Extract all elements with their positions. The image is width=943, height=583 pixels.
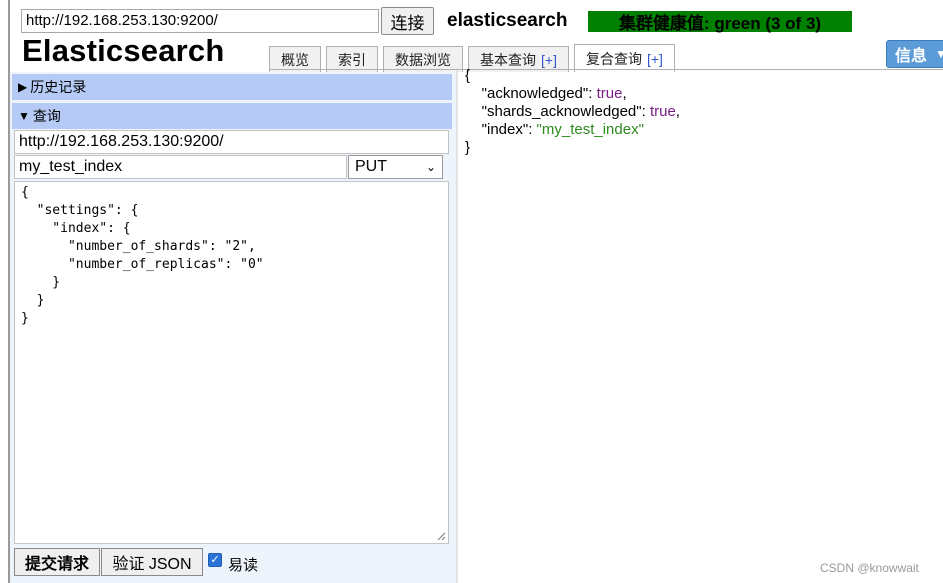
info-label: 信息 [895, 48, 928, 65]
json-key: "shards_acknowledged" [481, 103, 642, 120]
history-label: 历史记录 [30, 79, 87, 95]
resize-grip-icon[interactable] [436, 531, 446, 541]
request-path-input[interactable]: my_test_index [14, 155, 347, 179]
request-body-text[interactable]: { "settings": { "index": { "number_of_sh… [15, 182, 448, 330]
json-key: "index" [481, 121, 529, 138]
validate-json-button[interactable]: 验证 JSON [101, 548, 203, 576]
panel-divider[interactable] [456, 70, 458, 583]
response-output: { "acknowledged": true, "shards_acknowle… [465, 67, 680, 156]
json-value: true [596, 85, 623, 102]
tab-label: 索引 [338, 51, 366, 68]
watermark-text: CSDN @knowwait [820, 561, 919, 575]
json-value: true [649, 103, 676, 120]
triangle-down-icon: ▼ [18, 109, 30, 123]
pretty-print-checkbox[interactable]: ✓ [208, 553, 222, 567]
chevron-down-icon: ▼ [935, 47, 943, 61]
tab-label: 概览 [281, 51, 309, 68]
pretty-print-label: 易读 [228, 557, 259, 574]
json-sep: , [675, 103, 680, 120]
json-key: "acknowledged" [481, 85, 589, 102]
json-brace: { [465, 67, 471, 84]
triangle-right-icon: ▶ [18, 80, 28, 94]
app-title: Elasticsearch [22, 33, 225, 68]
tab-add-icon[interactable]: [+] [541, 52, 557, 68]
json-sep: , [622, 85, 627, 102]
query-label: 查询 [32, 108, 61, 124]
tab-label: 数据浏览 [395, 51, 451, 68]
json-brace: } [465, 139, 471, 156]
query-section-header[interactable]: ▼ 查询 [12, 103, 452, 129]
chevron-down-icon: ⌄ [425, 160, 436, 174]
cluster-name: elasticsearch [447, 10, 568, 31]
connect-button[interactable]: 连接 [381, 7, 434, 35]
submit-request-button[interactable]: 提交请求 [14, 548, 100, 576]
request-body-editor[interactable]: { "settings": { "index": { "number_of_sh… [14, 181, 449, 544]
base-url-input[interactable]: http://192.168.253.130:9200/ [14, 130, 449, 154]
info-dropdown-button[interactable]: 信息 ▼ [886, 40, 943, 68]
history-section-header[interactable]: ▶ 历史记录 [12, 74, 452, 100]
tab-add-icon[interactable]: [+] [647, 51, 663, 67]
cluster-health-badge: 集群健康值: green (3 of 3) [588, 11, 852, 33]
json-value: "my_test_index" [536, 121, 644, 138]
tab-label: 复合查询 [585, 50, 642, 67]
method-value: PUT [355, 158, 387, 175]
cluster-url-input[interactable]: http://192.168.253.130:9200/ [21, 9, 379, 33]
http-method-select[interactable]: PUT ⌄ [348, 155, 443, 179]
